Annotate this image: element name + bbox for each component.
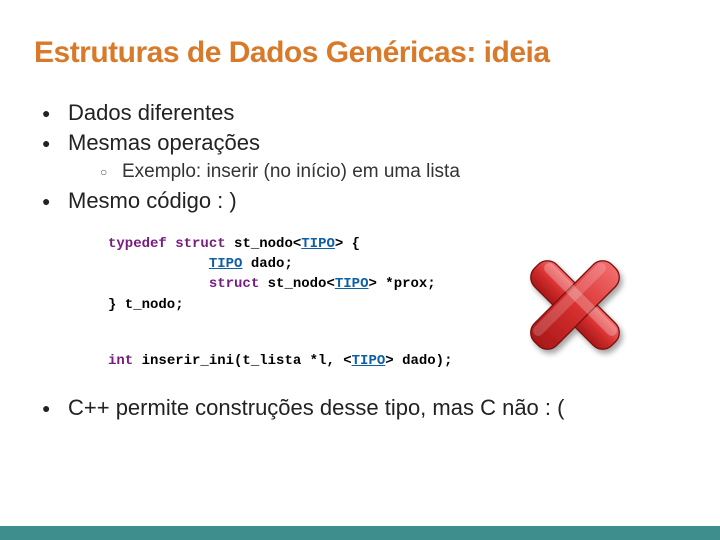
code-indent	[108, 256, 209, 272]
code-text: } t_nodo;	[108, 297, 184, 313]
bullet-text: Mesmas operações	[68, 130, 260, 155]
type-placeholder: TIPO	[335, 276, 369, 292]
bullet-item-2: Mesmas operações Exemplo: inserir (no in…	[42, 128, 686, 186]
keyword-int: int	[108, 353, 133, 369]
code-text: st_nodo<	[226, 236, 302, 252]
bullet-item-1: Dados diferentes	[42, 98, 686, 128]
red-cross-icon	[510, 240, 640, 370]
footer-bar	[0, 526, 720, 540]
slide-title: Estruturas de Dados Genéricas: ideia	[34, 36, 686, 70]
type-placeholder: TIPO	[301, 236, 335, 252]
sub-bullet-list: Exemplo: inserir (no início) em uma list…	[68, 159, 686, 186]
code-text: > dado);	[385, 353, 452, 369]
sub-bullet-item: Exemplo: inserir (no início) em uma list…	[100, 159, 686, 186]
keyword-struct: struct	[209, 276, 259, 292]
keyword-struct: struct	[175, 236, 225, 252]
type-placeholder: TIPO	[209, 256, 243, 272]
bullet-list-footer: C++ permite construções desse tipo, mas …	[34, 393, 686, 423]
code-text: inserir_ini(t_lista *l, <	[133, 353, 351, 369]
keyword-typedef: typedef	[108, 236, 167, 252]
bullet-item-3: Mesmo código : )	[42, 186, 686, 216]
code-text: > *prox;	[368, 276, 435, 292]
bullet-list: Dados diferentes Mesmas operações Exempl…	[34, 98, 686, 216]
code-text: st_nodo<	[259, 276, 335, 292]
code-text: > {	[335, 236, 360, 252]
code-text: dado;	[242, 256, 292, 272]
bullet-item-4: C++ permite construções desse tipo, mas …	[42, 393, 686, 423]
type-placeholder: TIPO	[352, 353, 386, 369]
code-indent	[108, 276, 209, 292]
